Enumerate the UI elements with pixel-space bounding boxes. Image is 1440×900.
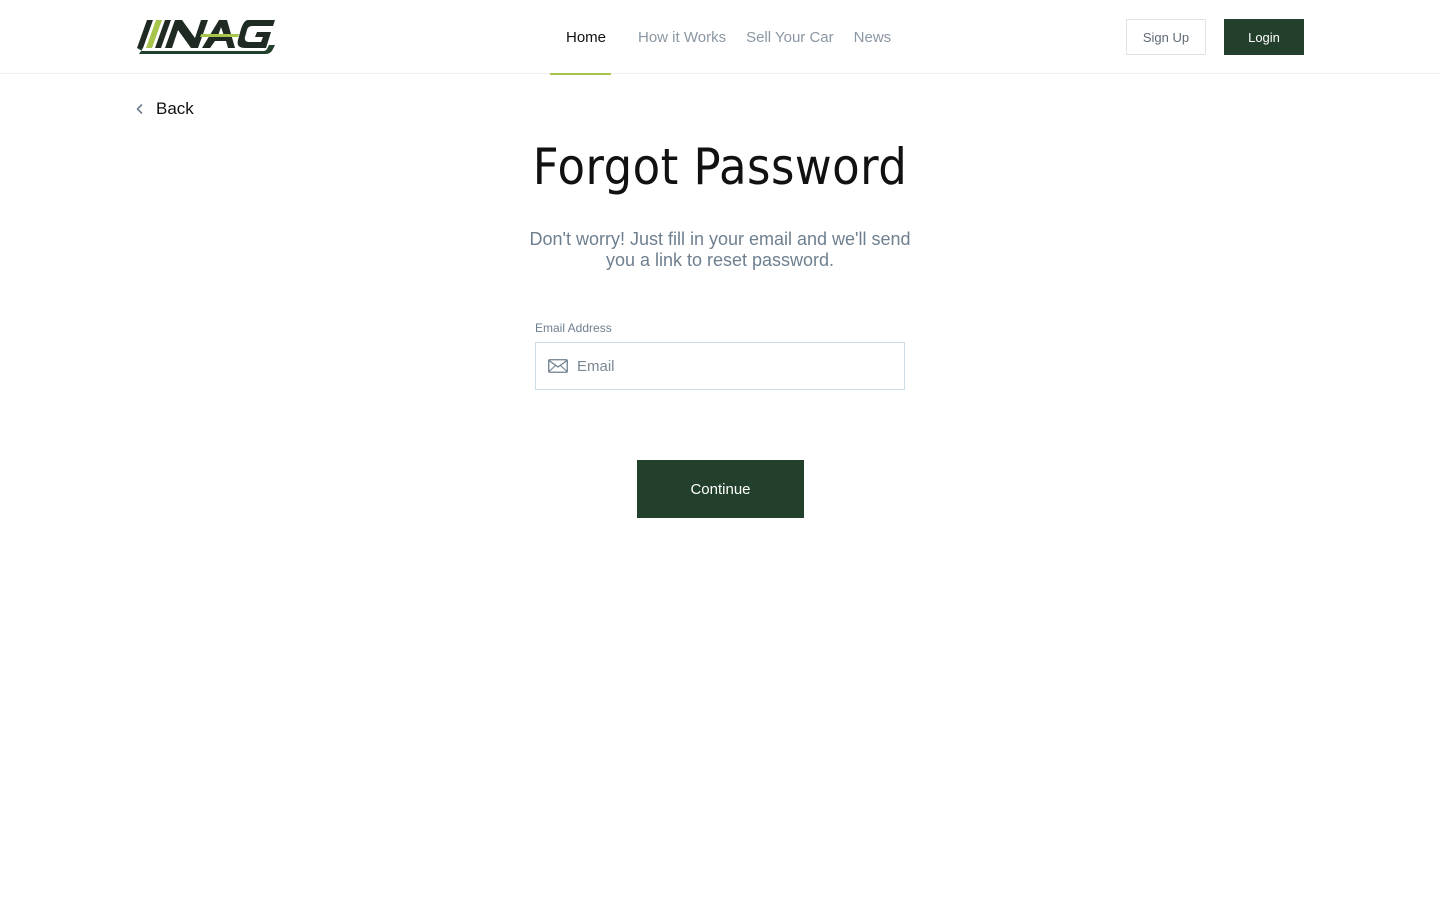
nav-news-label: News — [853, 28, 892, 46]
nav-sell-your-car[interactable]: Sell Your Car — [746, 0, 834, 74]
email-field-label: Email Address — [535, 321, 612, 335]
nav-news[interactable]: News — [854, 0, 892, 74]
back-label: Back — [156, 99, 194, 118]
nag-logo-icon — [137, 20, 275, 54]
chevron-left-icon — [136, 104, 143, 114]
continue-button[interactable]: Continue — [637, 460, 804, 518]
brand-logo[interactable] — [135, 18, 277, 56]
email-field[interactable] — [535, 342, 905, 390]
page-subtitle: Don't worry! Just fill in your email and… — [529, 229, 911, 270]
email-input[interactable] — [577, 346, 887, 386]
main-nav: Home How it Works Sell Your Car News — [550, 0, 892, 75]
login-button[interactable]: Login — [1224, 19, 1304, 55]
nav-home-label: Home — [566, 28, 607, 46]
mail-icon — [548, 359, 568, 373]
nav-sell-your-car-label: Sell Your Car — [746, 28, 834, 46]
site-header: Home How it Works Sell Your Car News Sig… — [0, 0, 1440, 75]
page-title: Forgot Password — [532, 138, 908, 196]
nav-how-it-works[interactable]: How it Works — [638, 0, 726, 74]
back-link[interactable]: Back — [134, 97, 194, 121]
nav-how-it-works-label: How it Works — [638, 28, 727, 46]
sign-up-button[interactable]: Sign Up — [1126, 19, 1206, 55]
nav-home[interactable]: Home — [550, 0, 611, 75]
